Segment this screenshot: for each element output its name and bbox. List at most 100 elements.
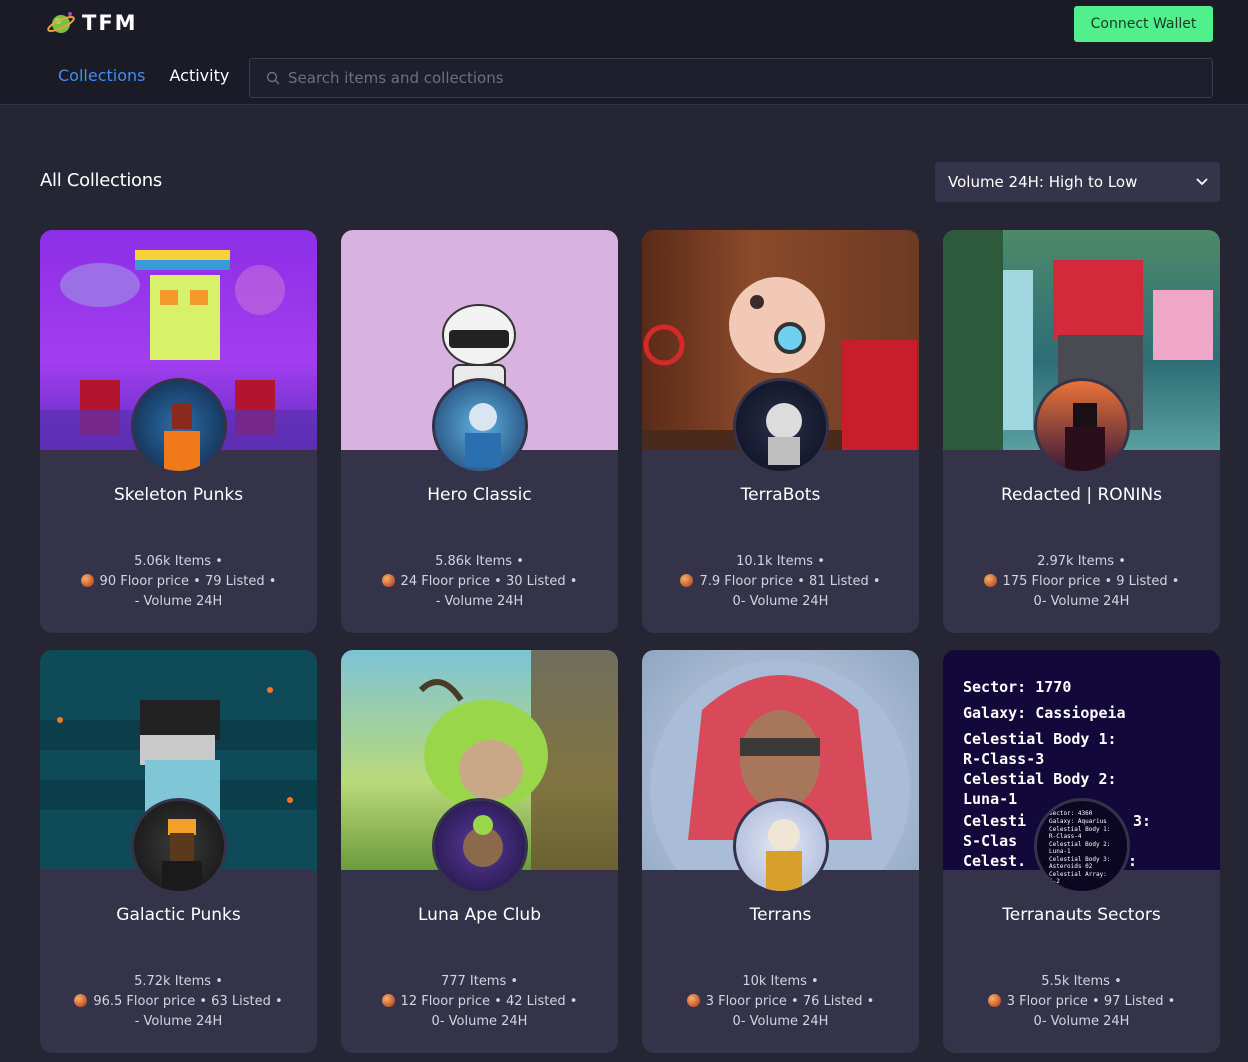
items-count: 2.97k Items • bbox=[1037, 554, 1126, 569]
sector-line: : bbox=[1128, 852, 1137, 870]
connect-wallet-button[interactable]: Connect Wallet bbox=[1074, 6, 1213, 42]
floor-listed-text: 24 Floor price • 30 Listed • bbox=[400, 574, 578, 589]
luna-coin-icon bbox=[987, 994, 1001, 1007]
chevron-down-icon bbox=[1196, 178, 1208, 186]
floor-listed: 7.9 Floor price • 81 Listed • bbox=[642, 572, 919, 592]
collection-avatar bbox=[431, 798, 528, 894]
volume-24h: - Volume 24H bbox=[134, 1014, 223, 1029]
items-count: 10.1k Items • bbox=[736, 554, 825, 569]
search-box bbox=[249, 58, 1213, 98]
sector-line: Celest. bbox=[963, 852, 1026, 870]
floor-listed: 3 Floor price • 97 Listed • bbox=[943, 992, 1220, 1012]
main-nav: Collections Activity bbox=[58, 66, 229, 85]
collection-card[interactable]: Terrans 10k Items • 3 Floor price • 76 L… bbox=[642, 650, 919, 1053]
volume-24h: 0- Volume 24H bbox=[1033, 594, 1130, 609]
collection-name: Redacted | RONINs bbox=[1000, 485, 1162, 505]
sort-label: Volume 24H: High to Low bbox=[948, 173, 1138, 191]
collection-name: Terranauts Sectors bbox=[1002, 905, 1161, 925]
collection-stats: 5.72k Items • 96.5 Floor price • 63 List… bbox=[40, 972, 317, 1032]
planet-logo-icon bbox=[47, 12, 75, 33]
volume-24h: 0- Volume 24H bbox=[732, 1014, 829, 1029]
collection-name: Terrans bbox=[749, 905, 812, 925]
sector-line: 3: bbox=[1133, 812, 1151, 830]
luna-coin-icon bbox=[381, 574, 395, 587]
items-count: 777 Items • bbox=[440, 974, 519, 989]
search-icon bbox=[266, 71, 280, 85]
collection-stats: 10.1k Items • 7.9 Floor price • 81 Liste… bbox=[642, 552, 919, 612]
items-count: 5.72k Items • bbox=[134, 974, 223, 989]
sort-dropdown[interactable]: Volume 24H: High to Low bbox=[935, 162, 1220, 202]
collection-name: Luna Ape Club bbox=[418, 905, 541, 925]
floor-listed: 96.5 Floor price • 63 Listed • bbox=[40, 992, 317, 1012]
collection-avatar bbox=[1033, 378, 1130, 474]
logo-text: TFM bbox=[82, 11, 138, 35]
collection-avatar bbox=[732, 798, 829, 894]
luna-coin-icon bbox=[686, 994, 700, 1007]
collection-card[interactable]: Hero Classic 5.86k Items • 24 Floor pric… bbox=[341, 230, 618, 633]
collection-card[interactable]: Skeleton Punks 5.06k Items • 90 Floor pr… bbox=[40, 230, 317, 633]
avatar-sector-line: Celestial Body 1: bbox=[1049, 826, 1110, 833]
collection-stats: 5.86k Items • 24 Floor price • 30 Listed… bbox=[341, 552, 618, 612]
floor-listed: 3 Floor price • 76 Listed • bbox=[642, 992, 919, 1012]
floor-listed: 24 Floor price • 30 Listed • bbox=[341, 572, 618, 592]
sector-line: R-Class-3 bbox=[963, 750, 1044, 768]
floor-listed-text: 96.5 Floor price • 63 Listed • bbox=[93, 994, 283, 1009]
volume-24h: 0- Volume 24H bbox=[1033, 1014, 1130, 1029]
collection-stats: 2.97k Items • 175 Floor price • 9 Listed… bbox=[943, 552, 1220, 612]
luna-coin-icon bbox=[680, 574, 694, 587]
collection-stats: 10k Items • 3 Floor price • 76 Listed • … bbox=[642, 972, 919, 1032]
volume-24h: 0- Volume 24H bbox=[431, 1014, 528, 1029]
sector-line: Celesti bbox=[963, 812, 1026, 830]
sector-line: Celestial Body 1: bbox=[963, 730, 1117, 748]
luna-coin-icon bbox=[381, 994, 395, 1007]
logo[interactable]: TFM bbox=[46, 8, 138, 38]
luna-coin-icon bbox=[80, 574, 94, 587]
floor-listed-text: 175 Floor price • 9 Listed • bbox=[1002, 574, 1180, 589]
collection-card[interactable]: Sector: 1770 Galaxy: Cassiopeia Celestia… bbox=[943, 650, 1220, 1053]
collection-avatar bbox=[130, 798, 227, 894]
search-input[interactable] bbox=[288, 69, 1168, 87]
volume-24h: - Volume 24H bbox=[435, 594, 524, 609]
nav-collections[interactable]: Collections bbox=[58, 66, 145, 85]
collection-card[interactable]: Luna Ape Club 777 Items • 12 Floor price… bbox=[341, 650, 618, 1053]
items-count: 5.86k Items • bbox=[435, 554, 524, 569]
avatar-sector-line: Luna-1 bbox=[1049, 848, 1071, 855]
nav-activity[interactable]: Activity bbox=[169, 66, 229, 85]
avatar-sector-line: Celestial Array: bbox=[1049, 871, 1107, 878]
floor-listed-text: 3 Floor price • 76 Listed • bbox=[705, 994, 875, 1009]
sector-line: Galaxy: Cassiopeia bbox=[963, 704, 1126, 722]
collection-name: Galactic Punks bbox=[116, 905, 241, 925]
luna-coin-icon bbox=[983, 574, 997, 587]
floor-listed-text: 12 Floor price • 42 Listed • bbox=[400, 994, 578, 1009]
avatar-sector-line: Sector: 4360 bbox=[1049, 810, 1093, 817]
avatar-sector-line: I-2 bbox=[1049, 878, 1060, 885]
floor-listed: 90 Floor price • 79 Listed • bbox=[40, 572, 317, 592]
top-bar: TFM Connect Wallet Collections Activity bbox=[0, 0, 1248, 105]
volume-24h: 0- Volume 24H bbox=[732, 594, 829, 609]
sector-line: S-Clas bbox=[963, 832, 1017, 850]
collection-avatar bbox=[732, 378, 829, 474]
collection-card[interactable]: Redacted | RONINs 2.97k Items • 175 Floo… bbox=[943, 230, 1220, 633]
floor-listed-text: 90 Floor price • 79 Listed • bbox=[99, 574, 277, 589]
sector-line: Sector: 1770 bbox=[963, 678, 1071, 696]
collection-name: Hero Classic bbox=[427, 485, 532, 505]
avatar-sector-line: Asteroids 02 bbox=[1049, 863, 1093, 870]
avatar-sector-line: Celestial Body 3: bbox=[1049, 856, 1110, 863]
volume-24h: - Volume 24H bbox=[134, 594, 223, 609]
sector-line: Luna-1 bbox=[963, 790, 1017, 808]
collection-stats: 5.06k Items • 90 Floor price • 79 Listed… bbox=[40, 552, 317, 612]
collection-name: Skeleton Punks bbox=[113, 485, 244, 505]
collection-avatar bbox=[431, 378, 528, 474]
collection-card[interactable]: Galactic Punks 5.72k Items • 96.5 Floor … bbox=[40, 650, 317, 1053]
avatar-sector-line: Galaxy: Aquarius bbox=[1049, 818, 1107, 825]
avatar-sector-line: Celestial Body 2: bbox=[1049, 841, 1110, 848]
collections-grid: Skeleton Punks 5.06k Items • 90 Floor pr… bbox=[40, 230, 1220, 1053]
items-count: 5.5k Items • bbox=[1041, 974, 1122, 989]
items-count: 5.06k Items • bbox=[134, 554, 223, 569]
collection-avatar: Sector: 4360 Galaxy: Aquarius Celestial … bbox=[1033, 798, 1130, 894]
page-title: All Collections bbox=[40, 170, 162, 191]
floor-listed: 175 Floor price • 9 Listed • bbox=[943, 572, 1220, 592]
luna-coin-icon bbox=[74, 994, 88, 1007]
floor-listed-text: 7.9 Floor price • 81 Listed • bbox=[699, 574, 881, 589]
collection-card[interactable]: TerraBots 10.1k Items • 7.9 Floor price … bbox=[642, 230, 919, 633]
